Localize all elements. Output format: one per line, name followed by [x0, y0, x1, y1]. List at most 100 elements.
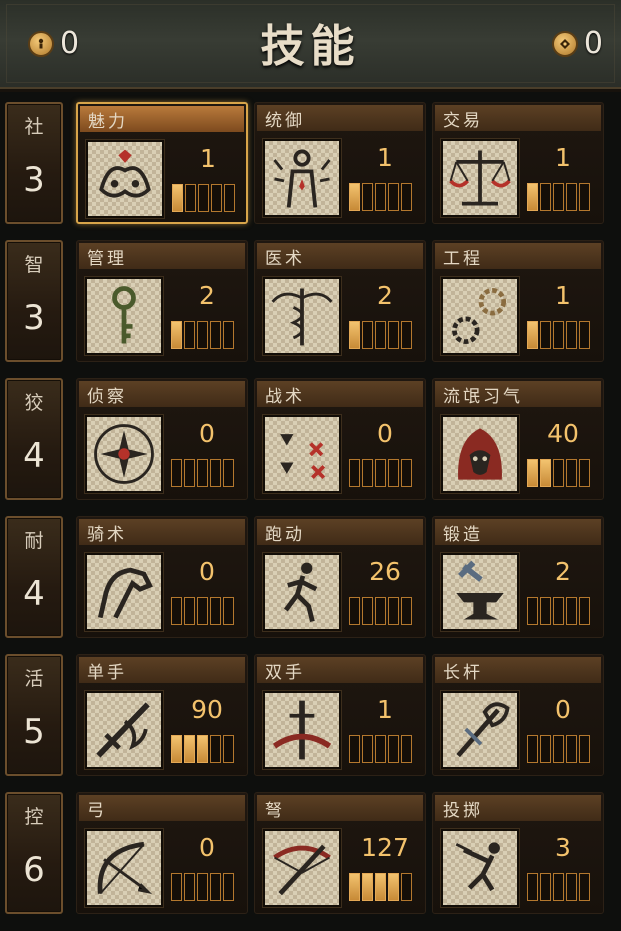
focus-pip: [388, 459, 399, 487]
skill-card[interactable]: 弩 127: [254, 792, 426, 914]
skill-value: 1: [377, 695, 393, 724]
focus-bar[interactable]: [171, 873, 234, 901]
focus-pip: [388, 597, 399, 625]
focus-bar[interactable]: [171, 735, 234, 763]
focus-pip: [171, 735, 182, 763]
focus-pip: [388, 735, 399, 763]
attribute-name: 社: [24, 116, 44, 138]
skill-card[interactable]: 交易 1: [432, 102, 604, 224]
tactics-icon: [263, 415, 341, 493]
focus-pip: [184, 597, 195, 625]
focus-pip: [375, 597, 386, 625]
focus-pip: [375, 873, 386, 901]
focus-pip: [211, 184, 222, 212]
focus-pip: [197, 873, 208, 901]
gears-icon: [441, 277, 519, 355]
focus-bar[interactable]: [349, 183, 412, 211]
skill-card[interactable]: 战术 0: [254, 378, 426, 500]
skill-name: 统御: [265, 111, 305, 131]
skill-value: 1: [377, 143, 393, 172]
focus-pip: [210, 735, 221, 763]
focus-bar[interactable]: [349, 597, 412, 625]
focus-pip: [579, 183, 590, 211]
focus-pip: [401, 183, 412, 211]
focus-bar[interactable]: [349, 321, 412, 349]
focus-pip: [210, 597, 221, 625]
skill-card[interactable]: 长杆 0: [432, 654, 604, 776]
focus-pip: [527, 183, 538, 211]
two-handed-icon: [263, 691, 341, 769]
focus-bar[interactable]: [349, 873, 412, 901]
skill-name: 投掷: [443, 801, 483, 821]
focus-pip: [579, 873, 590, 901]
focus-pip: [197, 321, 208, 349]
focus-pip: [540, 183, 551, 211]
skill-card[interactable]: 统御 1: [254, 102, 426, 224]
focus-bar[interactable]: [171, 597, 234, 625]
focus-bar[interactable]: [171, 459, 234, 487]
skill-card[interactable]: 工程 1: [432, 240, 604, 362]
focus-pip: [553, 597, 564, 625]
skill-name: 魅力: [88, 112, 128, 132]
focus-bar[interactable]: [527, 735, 590, 763]
skill-card[interactable]: 跑动 26: [254, 516, 426, 638]
focus-bar[interactable]: [527, 597, 590, 625]
skill-card[interactable]: 管理 2: [76, 240, 248, 362]
skill-card[interactable]: 魅力 1: [76, 102, 248, 224]
focus-pip: [401, 873, 412, 901]
focus-bar[interactable]: [349, 735, 412, 763]
focus-bar[interactable]: [527, 183, 590, 211]
skill-card[interactable]: 医术 2: [254, 240, 426, 362]
focus-pip: [553, 459, 564, 487]
focus-pip: [362, 597, 373, 625]
focus-pip: [185, 184, 196, 212]
skill-name: 医术: [265, 249, 305, 269]
attribute-3[interactable]: 耐4: [5, 516, 63, 638]
focus-pip: [362, 321, 373, 349]
focus-bar[interactable]: [527, 459, 590, 487]
skill-value: 3: [555, 833, 571, 862]
scales-icon: [441, 139, 519, 217]
skill-value: 1: [555, 143, 571, 172]
focus-pip: [223, 459, 234, 487]
focus-pip: [540, 873, 551, 901]
focus-pip: [579, 321, 590, 349]
skill-value: 2: [377, 281, 393, 310]
skill-name: 弩: [265, 801, 285, 821]
skill-card[interactable]: 投掷 3: [432, 792, 604, 914]
one-handed-icon: [85, 691, 163, 769]
focus-pip: [527, 735, 538, 763]
skill-name: 战术: [265, 387, 305, 407]
focus-pip: [566, 321, 577, 349]
focus-pip: [349, 873, 360, 901]
focus-pip: [401, 321, 412, 349]
focus-pip: [171, 321, 182, 349]
focus-pip: [388, 183, 399, 211]
focus-bar[interactable]: [527, 321, 590, 349]
skill-card[interactable]: 骑术 0: [76, 516, 248, 638]
attribute-4[interactable]: 活5: [5, 654, 63, 776]
focus-pip: [540, 321, 551, 349]
focus-pip: [349, 735, 360, 763]
focus-pip: [553, 183, 564, 211]
bow-icon: [85, 829, 163, 907]
skill-card[interactable]: 锻造 2: [432, 516, 604, 638]
focus-bar[interactable]: [527, 873, 590, 901]
attribute-2[interactable]: 狡4: [5, 378, 63, 500]
focus-bar[interactable]: [172, 184, 235, 212]
attribute-5[interactable]: 控6: [5, 792, 63, 914]
focus-pip: [553, 735, 564, 763]
focus-bar[interactable]: [349, 459, 412, 487]
skill-card[interactable]: 侦察 0: [76, 378, 248, 500]
skill-card[interactable]: 双手 1: [254, 654, 426, 776]
skill-card[interactable]: 弓0: [76, 792, 248, 914]
focus-pip: [349, 459, 360, 487]
focus-pip: [210, 321, 221, 349]
attribute-1[interactable]: 智3: [5, 240, 63, 362]
skill-card[interactable]: 单手 90: [76, 654, 248, 776]
focus-pip: [375, 321, 386, 349]
throwing-icon: [441, 829, 519, 907]
focus-bar[interactable]: [171, 321, 234, 349]
attribute-0[interactable]: 社3: [5, 102, 63, 224]
skill-card[interactable]: 流氓习气 40: [432, 378, 604, 500]
